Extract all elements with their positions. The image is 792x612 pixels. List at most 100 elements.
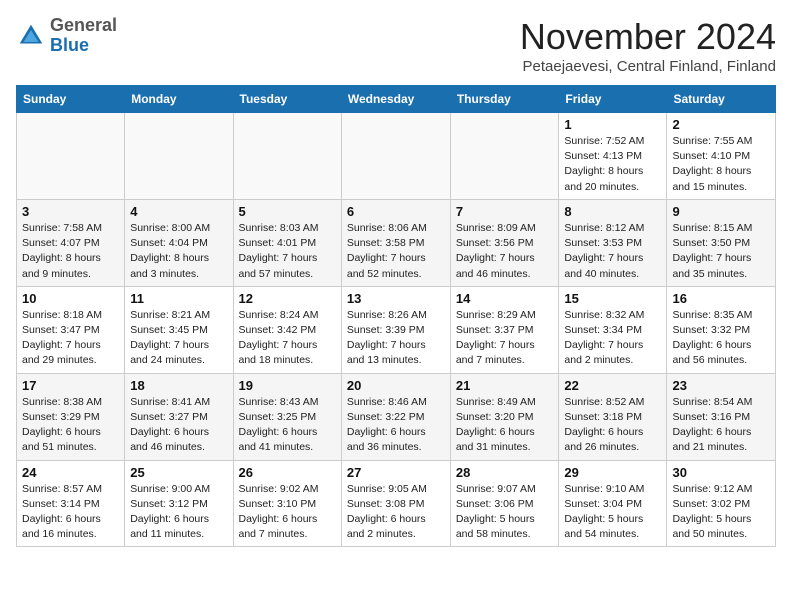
day-number: 6 — [347, 204, 445, 219]
day-number: 29 — [564, 465, 661, 480]
day-info: Sunrise: 8:57 AM Sunset: 3:14 PM Dayligh… — [22, 482, 119, 543]
calendar-cell: 21 Sunrise: 8:49 AM Sunset: 3:20 PM Dayli… — [450, 373, 559, 460]
calendar-cell: 25 Sunrise: 9:00 AM Sunset: 3:12 PM Dayli… — [125, 460, 233, 547]
calendar-cell: 3 Sunrise: 7:58 AM Sunset: 4:07 PM Daylig… — [17, 199, 125, 286]
day-info: Sunrise: 8:06 AM Sunset: 3:58 PM Dayligh… — [347, 221, 445, 282]
day-info: Sunrise: 8:24 AM Sunset: 3:42 PM Dayligh… — [239, 308, 336, 369]
weekday-header-monday: Monday — [125, 86, 233, 113]
day-number: 18 — [130, 378, 227, 393]
day-number: 4 — [130, 204, 227, 219]
location-subtitle: Petaejaevesi, Central Finland, Finland — [520, 58, 776, 75]
day-number: 1 — [564, 117, 661, 132]
day-number: 5 — [239, 204, 336, 219]
calendar-cell: 4 Sunrise: 8:00 AM Sunset: 4:04 PM Daylig… — [125, 199, 233, 286]
calendar-week-row: 24 Sunrise: 8:57 AM Sunset: 3:14 PM Dayli… — [17, 460, 776, 547]
day-number: 13 — [347, 291, 445, 306]
calendar-cell: 19 Sunrise: 8:43 AM Sunset: 3:25 PM Dayli… — [233, 373, 341, 460]
calendar-week-row: 17 Sunrise: 8:38 AM Sunset: 3:29 PM Dayli… — [17, 373, 776, 460]
day-info: Sunrise: 8:41 AM Sunset: 3:27 PM Dayligh… — [130, 395, 227, 456]
weekday-header-saturday: Saturday — [667, 86, 776, 113]
calendar-cell: 26 Sunrise: 9:02 AM Sunset: 3:10 PM Dayli… — [233, 460, 341, 547]
day-number: 19 — [239, 378, 336, 393]
day-info: Sunrise: 8:43 AM Sunset: 3:25 PM Dayligh… — [239, 395, 336, 456]
calendar-cell: 15 Sunrise: 8:32 AM Sunset: 3:34 PM Dayli… — [559, 286, 667, 373]
calendar-cell: 14 Sunrise: 8:29 AM Sunset: 3:37 PM Dayli… — [450, 286, 559, 373]
day-number: 15 — [564, 291, 661, 306]
calendar-cell — [125, 113, 233, 200]
day-info: Sunrise: 9:02 AM Sunset: 3:10 PM Dayligh… — [239, 482, 336, 543]
day-number: 24 — [22, 465, 119, 480]
day-info: Sunrise: 8:29 AM Sunset: 3:37 PM Dayligh… — [456, 308, 554, 369]
day-number: 25 — [130, 465, 227, 480]
calendar-cell — [450, 113, 559, 200]
calendar-week-row: 10 Sunrise: 8:18 AM Sunset: 3:47 PM Dayli… — [17, 286, 776, 373]
day-number: 27 — [347, 465, 445, 480]
weekday-header-row: SundayMondayTuesdayWednesdayThursdayFrid… — [17, 86, 776, 113]
day-number: 10 — [22, 291, 119, 306]
day-number: 3 — [22, 204, 119, 219]
day-info: Sunrise: 8:18 AM Sunset: 3:47 PM Dayligh… — [22, 308, 119, 369]
calendar-cell: 10 Sunrise: 8:18 AM Sunset: 3:47 PM Dayli… — [17, 286, 125, 373]
calendar-cell: 1Sunrise: 7:52 AM Sunset: 4:13 PM Daylig… — [559, 113, 667, 200]
day-number: 23 — [672, 378, 770, 393]
calendar-cell: 23Sunrise: 8:54 AM Sunset: 3:16 PM Dayli… — [667, 373, 776, 460]
day-number: 11 — [130, 291, 227, 306]
day-number: 8 — [564, 204, 661, 219]
day-info: Sunrise: 8:46 AM Sunset: 3:22 PM Dayligh… — [347, 395, 445, 456]
day-info: Sunrise: 8:26 AM Sunset: 3:39 PM Dayligh… — [347, 308, 445, 369]
calendar-cell: 5 Sunrise: 8:03 AM Sunset: 4:01 PM Daylig… — [233, 199, 341, 286]
day-info: Sunrise: 9:10 AM Sunset: 3:04 PM Dayligh… — [564, 482, 661, 543]
calendar-cell: 28Sunrise: 9:07 AM Sunset: 3:06 PM Dayli… — [450, 460, 559, 547]
weekday-header-sunday: Sunday — [17, 86, 125, 113]
day-info: Sunrise: 8:38 AM Sunset: 3:29 PM Dayligh… — [22, 395, 119, 456]
day-info: Sunrise: 9:00 AM Sunset: 3:12 PM Dayligh… — [130, 482, 227, 543]
calendar-cell: 9 Sunrise: 8:15 AM Sunset: 3:50 PM Daylig… — [667, 199, 776, 286]
day-info: Sunrise: 8:52 AM Sunset: 3:18 PM Dayligh… — [564, 395, 661, 456]
calendar-cell: 27 Sunrise: 9:05 AM Sunset: 3:08 PM Dayli… — [341, 460, 450, 547]
calendar-cell: 22 Sunrise: 8:52 AM Sunset: 3:18 PM Dayli… — [559, 373, 667, 460]
day-info: Sunrise: 8:12 AM Sunset: 3:53 PM Dayligh… — [564, 221, 661, 282]
calendar-week-row: 1Sunrise: 7:52 AM Sunset: 4:13 PM Daylig… — [17, 113, 776, 200]
day-number: 9 — [672, 204, 770, 219]
logo-blue-text: Blue — [50, 36, 117, 56]
day-number: 21 — [456, 378, 554, 393]
calendar-cell: 17 Sunrise: 8:38 AM Sunset: 3:29 PM Dayli… — [17, 373, 125, 460]
day-info: Sunrise: 8:35 AM Sunset: 3:32 PM Dayligh… — [672, 308, 770, 369]
calendar-cell: 16Sunrise: 8:35 AM Sunset: 3:32 PM Dayli… — [667, 286, 776, 373]
day-info: Sunrise: 9:07 AM Sunset: 3:06 PM Dayligh… — [456, 482, 554, 543]
weekday-header-friday: Friday — [559, 86, 667, 113]
title-block: November 2024 Petaejaevesi, Central Finl… — [520, 16, 776, 75]
day-number: 22 — [564, 378, 661, 393]
calendar-cell: 11Sunrise: 8:21 AM Sunset: 3:45 PM Dayli… — [125, 286, 233, 373]
day-info: Sunrise: 8:09 AM Sunset: 3:56 PM Dayligh… — [456, 221, 554, 282]
day-number: 30 — [672, 465, 770, 480]
calendar-cell: 13 Sunrise: 8:26 AM Sunset: 3:39 PM Dayli… — [341, 286, 450, 373]
calendar-cell: 18 Sunrise: 8:41 AM Sunset: 3:27 PM Dayli… — [125, 373, 233, 460]
day-info: Sunrise: 8:03 AM Sunset: 4:01 PM Dayligh… — [239, 221, 336, 282]
logo: General Blue — [16, 16, 117, 56]
day-info: Sunrise: 8:49 AM Sunset: 3:20 PM Dayligh… — [456, 395, 554, 456]
calendar-cell — [233, 113, 341, 200]
calendar-cell: 2Sunrise: 7:55 AM Sunset: 4:10 PM Daylig… — [667, 113, 776, 200]
page-header: General Blue November 2024 Petaejaevesi,… — [16, 16, 776, 75]
day-info: Sunrise: 7:55 AM Sunset: 4:10 PM Dayligh… — [672, 134, 770, 195]
calendar-week-row: 3 Sunrise: 7:58 AM Sunset: 4:07 PM Daylig… — [17, 199, 776, 286]
calendar-cell: 12 Sunrise: 8:24 AM Sunset: 3:42 PM Dayli… — [233, 286, 341, 373]
day-number: 26 — [239, 465, 336, 480]
day-number: 17 — [22, 378, 119, 393]
calendar-cell: 29 Sunrise: 9:10 AM Sunset: 3:04 PM Dayli… — [559, 460, 667, 547]
day-info: Sunrise: 9:05 AM Sunset: 3:08 PM Dayligh… — [347, 482, 445, 543]
day-number: 12 — [239, 291, 336, 306]
logo-general-text: General — [50, 16, 117, 36]
day-info: Sunrise: 8:00 AM Sunset: 4:04 PM Dayligh… — [130, 221, 227, 282]
day-number: 14 — [456, 291, 554, 306]
calendar-cell: 6 Sunrise: 8:06 AM Sunset: 3:58 PM Daylig… — [341, 199, 450, 286]
day-info: Sunrise: 7:58 AM Sunset: 4:07 PM Dayligh… — [22, 221, 119, 282]
day-info: Sunrise: 8:32 AM Sunset: 3:34 PM Dayligh… — [564, 308, 661, 369]
calendar-table: SundayMondayTuesdayWednesdayThursdayFrid… — [16, 85, 776, 547]
day-info: Sunrise: 8:15 AM Sunset: 3:50 PM Dayligh… — [672, 221, 770, 282]
calendar-cell: 24 Sunrise: 8:57 AM Sunset: 3:14 PM Dayli… — [17, 460, 125, 547]
logo-icon — [16, 21, 46, 51]
calendar-cell: 20Sunrise: 8:46 AM Sunset: 3:22 PM Dayli… — [341, 373, 450, 460]
calendar-cell — [341, 113, 450, 200]
